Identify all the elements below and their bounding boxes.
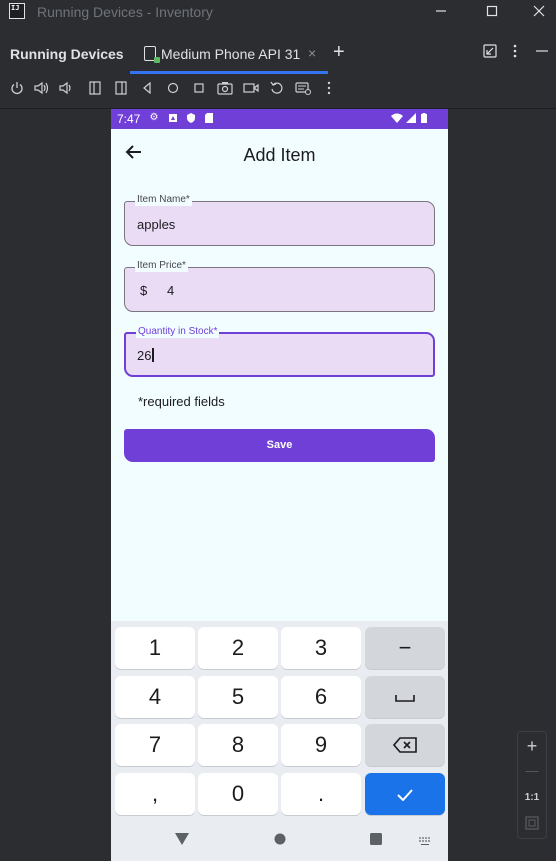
save-button[interactable]: Save (124, 429, 435, 462)
close-window-button[interactable] (516, 0, 556, 24)
rotate-left-icon[interactable] (86, 81, 104, 99)
field-value: 26 (137, 348, 152, 363)
overview-icon[interactable] (190, 81, 208, 99)
field-label: Quantity in Stock* (136, 326, 220, 338)
camera-icon[interactable] (216, 81, 234, 99)
maximize-icon (486, 5, 498, 17)
android-status-bar: 7:47 ⚙ (111, 109, 448, 129)
field-value-wrap: 26 (137, 348, 154, 363)
key-backspace[interactable] (365, 724, 445, 766)
settings-icon: ⚙ (149, 112, 159, 123)
item-name-field[interactable]: Item Name* apples (124, 194, 435, 246)
key-8[interactable]: 8 (198, 724, 278, 766)
volume-down-icon[interactable] (58, 81, 76, 99)
wifi-icon (391, 113, 403, 123)
key-5[interactable]: 5 (198, 676, 278, 718)
back-icon[interactable] (138, 81, 156, 99)
key-6[interactable]: 6 (281, 676, 361, 718)
space-icon (395, 695, 415, 702)
more-icon[interactable] (320, 81, 338, 99)
key-comma[interactable]: , (115, 773, 195, 815)
square-icon (370, 833, 382, 845)
volume-up-icon[interactable] (33, 81, 51, 99)
zoom-in-button[interactable]: + (518, 736, 546, 757)
zoom-out-button[interactable]: — (518, 763, 546, 778)
zoom-controls: + — 1:1 (517, 731, 547, 839)
options-icon[interactable] (511, 44, 519, 61)
maximize-button[interactable] (469, 0, 515, 24)
intellij-logo-icon: IJ (9, 3, 25, 19)
key-3[interactable]: 3 (281, 627, 361, 669)
nav-back-button[interactable] (175, 832, 189, 850)
keyboard-dots-icon (419, 837, 430, 845)
minimize-button[interactable] (418, 0, 464, 24)
field-value: apples (137, 217, 176, 232)
tab-label: Medium Phone API 31 (161, 46, 301, 62)
key-9[interactable]: 9 (281, 724, 361, 766)
text-cursor (152, 348, 154, 362)
power-icon[interactable] (8, 81, 26, 99)
page-title: Add Item (243, 145, 316, 165)
field-label: Item Price* (135, 260, 188, 272)
top-app-bar: Add Item (111, 129, 448, 183)
zoom-actual-size-button[interactable]: 1:1 (518, 792, 546, 803)
circle-icon (274, 833, 286, 845)
record-icon[interactable] (242, 81, 260, 99)
nav-keyboard-button[interactable] (418, 833, 432, 851)
key-0[interactable]: 0 (198, 773, 278, 815)
nav-home-button[interactable] (274, 832, 286, 850)
nav-recents-button[interactable] (370, 832, 382, 850)
key-7[interactable]: 7 (115, 724, 195, 766)
key-space[interactable] (365, 676, 445, 718)
window-title: Running Devices - Inventory (37, 4, 213, 20)
home-icon[interactable] (164, 81, 182, 99)
keyboard-icon[interactable] (294, 81, 312, 99)
tab-close-icon[interactable]: × (308, 45, 316, 61)
quantity-field[interactable]: Quantity in Stock* 26 (124, 326, 435, 377)
android-nav-bar (111, 819, 448, 861)
pop-out-icon[interactable] (483, 44, 497, 61)
triangle-down-icon (175, 833, 189, 845)
hide-panel-icon[interactable] (535, 44, 549, 61)
signal-icon (406, 113, 416, 123)
status-time: 7:47 (117, 112, 141, 126)
device-icon (144, 46, 160, 63)
tab-medium-phone[interactable]: Medium Phone API 31 × (130, 36, 328, 74)
device-screen[interactable]: 7:47 ⚙ Add Item Item Name* apples Item P (111, 109, 448, 861)
running-devices-tabbar: Running Devices Medium Phone API 31 × + (0, 36, 556, 74)
required-fields-note: *required fields (138, 394, 225, 409)
key-done[interactable] (365, 773, 445, 815)
reset-icon[interactable] (268, 81, 286, 99)
field-value: 4 (167, 283, 175, 298)
rotate-right-icon[interactable] (112, 81, 130, 99)
field-label: Item Name* (135, 194, 192, 206)
minimize-icon (436, 10, 446, 12)
device-toolbar (0, 78, 556, 104)
close-icon (533, 5, 545, 17)
panel-title: Running Devices (10, 46, 124, 62)
notification-icon (168, 113, 178, 123)
currency-prefix: $ (140, 283, 148, 298)
fit-screen-icon (525, 816, 539, 830)
backspace-icon (392, 737, 417, 753)
window-titlebar: IJ Running Devices - Inventory (0, 0, 556, 24)
key-4[interactable]: 4 (115, 676, 195, 718)
shield-icon (186, 113, 196, 123)
item-price-field[interactable]: Item Price* $ 4 (124, 260, 435, 312)
key-1[interactable]: 1 (115, 627, 195, 669)
checkmark-icon (397, 789, 413, 802)
sd-card-icon (204, 113, 214, 123)
add-device-tab-button[interactable]: + (333, 41, 345, 64)
key-2[interactable]: 2 (198, 627, 278, 669)
key-minus[interactable]: − (365, 627, 445, 669)
key-period[interactable]: . (281, 773, 361, 815)
zoom-fit-button[interactable] (518, 816, 546, 835)
battery-icon (419, 113, 429, 123)
